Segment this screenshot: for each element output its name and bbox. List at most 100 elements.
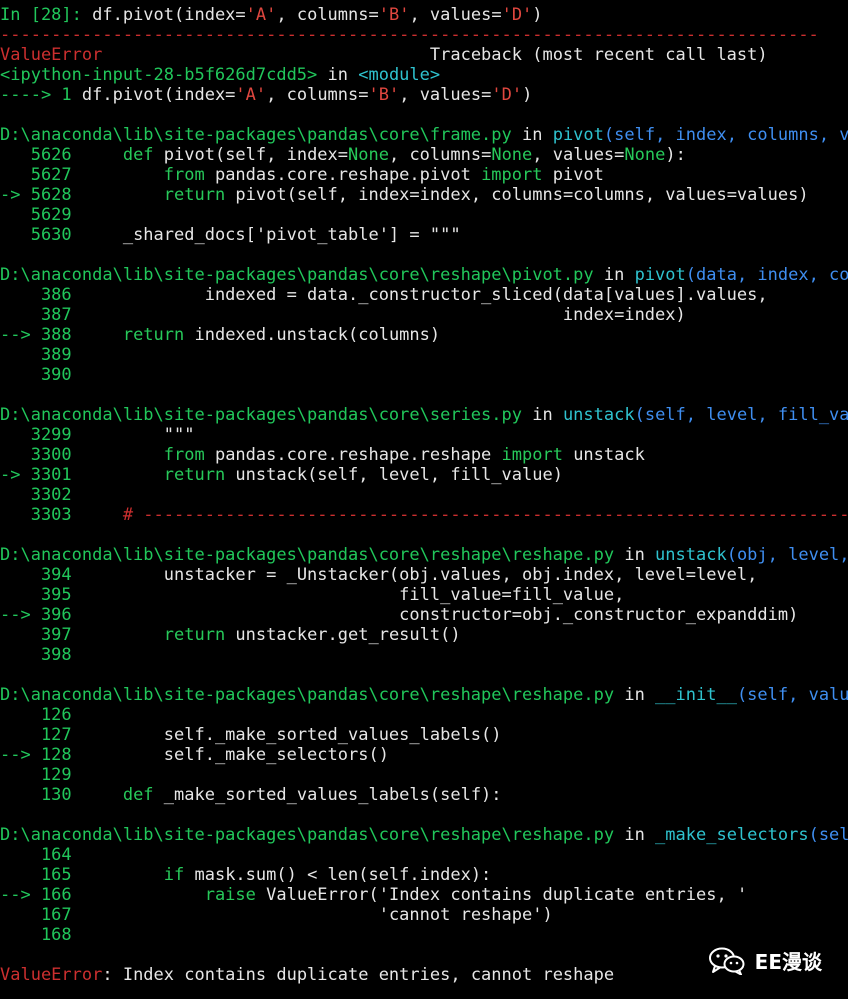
console-text-segment: , values= <box>532 145 625 165</box>
console-text-segment: <ipython-input-28-b5f626d7cdd5> <box>0 65 318 85</box>
console-text-segment: ----------------------------------------… <box>0 25 819 45</box>
console-text-segment: ValueError( <box>266 885 379 905</box>
console-line: -> 5628 return pivot(self, index=index, … <box>0 185 848 205</box>
console-text-segment: 387 <box>0 305 563 325</box>
console-text-segment: 397 <box>0 625 164 645</box>
ipython-console-output: In [28]: df.pivot(index='A', columns='B'… <box>0 5 848 985</box>
console-text-segment: (obj, level, fill_value) <box>726 545 848 565</box>
console-text-segment: in <box>614 545 656 565</box>
console-line: 165 if mask.sum() < len(self.index): <box>0 865 848 885</box>
console-text-segment: --> 396 <box>0 605 400 625</box>
console-line: 5626 def pivot(self, index=None, columns… <box>0 145 848 165</box>
console-text-segment: ): <box>665 145 686 165</box>
console-text-segment: -> 3301 <box>0 465 164 485</box>
watermark-text: EE漫谈 <box>754 950 822 974</box>
console-text-segment: --> 128 <box>0 745 164 765</box>
console-line: 386 indexed = data._constructor_sliced(d… <box>0 285 848 305</box>
console-text-segment: (data, index, columns, values) <box>685 265 848 285</box>
console-text-segment: 168 <box>0 925 72 945</box>
console-text-segment: 398 <box>0 645 72 665</box>
console-line: --> 388 return indexed.unstack(columns) <box>0 325 848 345</box>
console-text-segment: 164 <box>0 845 72 865</box>
console-text-segment: pivot <box>634 265 686 285</box>
console-line: D:\anaconda\lib\site-packages\pandas\cor… <box>0 685 848 705</box>
wechat-icon <box>708 947 745 975</box>
console-text-segment: ValueError <box>0 45 103 65</box>
console-text-segment: df.pivot(index= <box>92 5 246 25</box>
console-text-segment: --> 166 <box>0 885 205 905</box>
console-text-segment: index=index) <box>562 305 686 325</box>
console-text-segment: , columns= <box>388 145 492 165</box>
console-text-segment: 3300 <box>0 445 164 465</box>
console-text-segment: __init__ <box>655 685 737 705</box>
console-text-segment: (self) <box>808 825 848 845</box>
console-text-segment: 'B' <box>368 85 400 105</box>
console-text-segment: D:\anaconda\lib\site-packages\pandas\cor… <box>0 125 512 145</box>
console-line: 168 <box>0 925 848 945</box>
console-text-segment: D:\anaconda\lib\site-packages\pandas\cor… <box>0 685 615 705</box>
console-text-segment: _shared_docs['pivot_table'] = """ <box>122 225 461 245</box>
console-text-segment: 386 <box>0 285 205 305</box>
console-text-segment: None <box>348 145 389 165</box>
console-text-segment: """ <box>163 425 195 445</box>
console-text-segment: import <box>501 445 574 465</box>
console-line: -> 3301 return unstack(self, level, fill… <box>0 465 848 485</box>
console-text-segment: constructor=obj._constructor_expanddim) <box>399 605 799 625</box>
console-text-segment: 'D' <box>491 85 523 105</box>
console-text-segment: 165 <box>0 865 164 885</box>
console-text-segment: if <box>163 865 195 885</box>
console-line: D:\anaconda\lib\site-packages\pandas\cor… <box>0 405 848 425</box>
console-text-segment: 394 <box>0 565 164 585</box>
console-text-segment: ) <box>532 5 543 25</box>
console-text-segment: import <box>481 165 553 185</box>
console-text-segment: indexed.unstack(columns) <box>194 325 441 345</box>
console-line: 5627 from pandas.core.reshape.pivot impo… <box>0 165 848 185</box>
console-line: --> 396 constructor=obj._constructor_exp… <box>0 605 848 625</box>
console-text-segment: def <box>122 785 164 805</box>
console-text-segment: (self, level, fill_value) <box>634 405 848 425</box>
console-text-segment: in <box>521 405 563 425</box>
console-text-segment: pivot <box>552 125 604 145</box>
console-text-segment: (self, values, index, level, value_colum… <box>736 685 848 705</box>
console-text-segment: return <box>163 185 236 205</box>
console-text-segment: , columns= <box>266 85 369 105</box>
console-line: D:\anaconda\lib\site-packages\pandas\cor… <box>0 125 848 145</box>
console-line: 398 <box>0 645 848 665</box>
console-text-segment: df.pivot(index= <box>81 85 236 105</box>
console-text-segment: mask.sum() < len(self.index): <box>194 865 492 885</box>
console-text-segment: return <box>163 625 236 645</box>
console-text-segment: 3299 <box>0 425 164 445</box>
console-text-segment: pivot <box>552 165 604 185</box>
console-text-segment: , values= <box>399 85 492 105</box>
console-text-segment: from <box>163 445 215 465</box>
console-text-segment: None <box>491 145 533 165</box>
console-text-segment: # --------------------------------------… <box>122 505 848 525</box>
console-text-segment: return <box>163 465 236 485</box>
console-line: 387 index=index) <box>0 305 848 325</box>
console-text-segment: D:\anaconda\lib\site-packages\pandas\cor… <box>0 825 615 845</box>
console-text-segment: raise <box>204 885 267 905</box>
console-text-segment: 129 <box>0 765 72 785</box>
console-text-segment: D:\anaconda\lib\site-packages\pandas\cor… <box>0 545 615 565</box>
console-text-segment: 3303 <box>0 505 123 525</box>
console-text-segment: _make_selectors <box>655 825 809 845</box>
console-text-segment: unstack <box>573 445 645 465</box>
console-text-segment: in <box>593 265 635 285</box>
console-text-segment: 167 <box>0 905 379 925</box>
console-text-segment: (self, index, columns, values) <box>603 125 848 145</box>
watermark: EE漫谈 <box>708 946 822 975</box>
console-text-segment: pandas.core.reshape.pivot <box>214 165 482 185</box>
console-line: ValueError Traceback (most recent call l… <box>0 45 848 65</box>
console-line: 164 <box>0 845 848 865</box>
console-text-segment: ValueError <box>0 965 103 985</box>
console-text-segment: 130 <box>0 785 123 805</box>
console-text-segment: None <box>624 145 666 165</box>
console-text-segment: 'cannot reshape') <box>378 905 553 925</box>
console-text-segment: 5629 <box>0 205 72 225</box>
console-text-segment: pandas.core.reshape.reshape <box>214 445 502 465</box>
